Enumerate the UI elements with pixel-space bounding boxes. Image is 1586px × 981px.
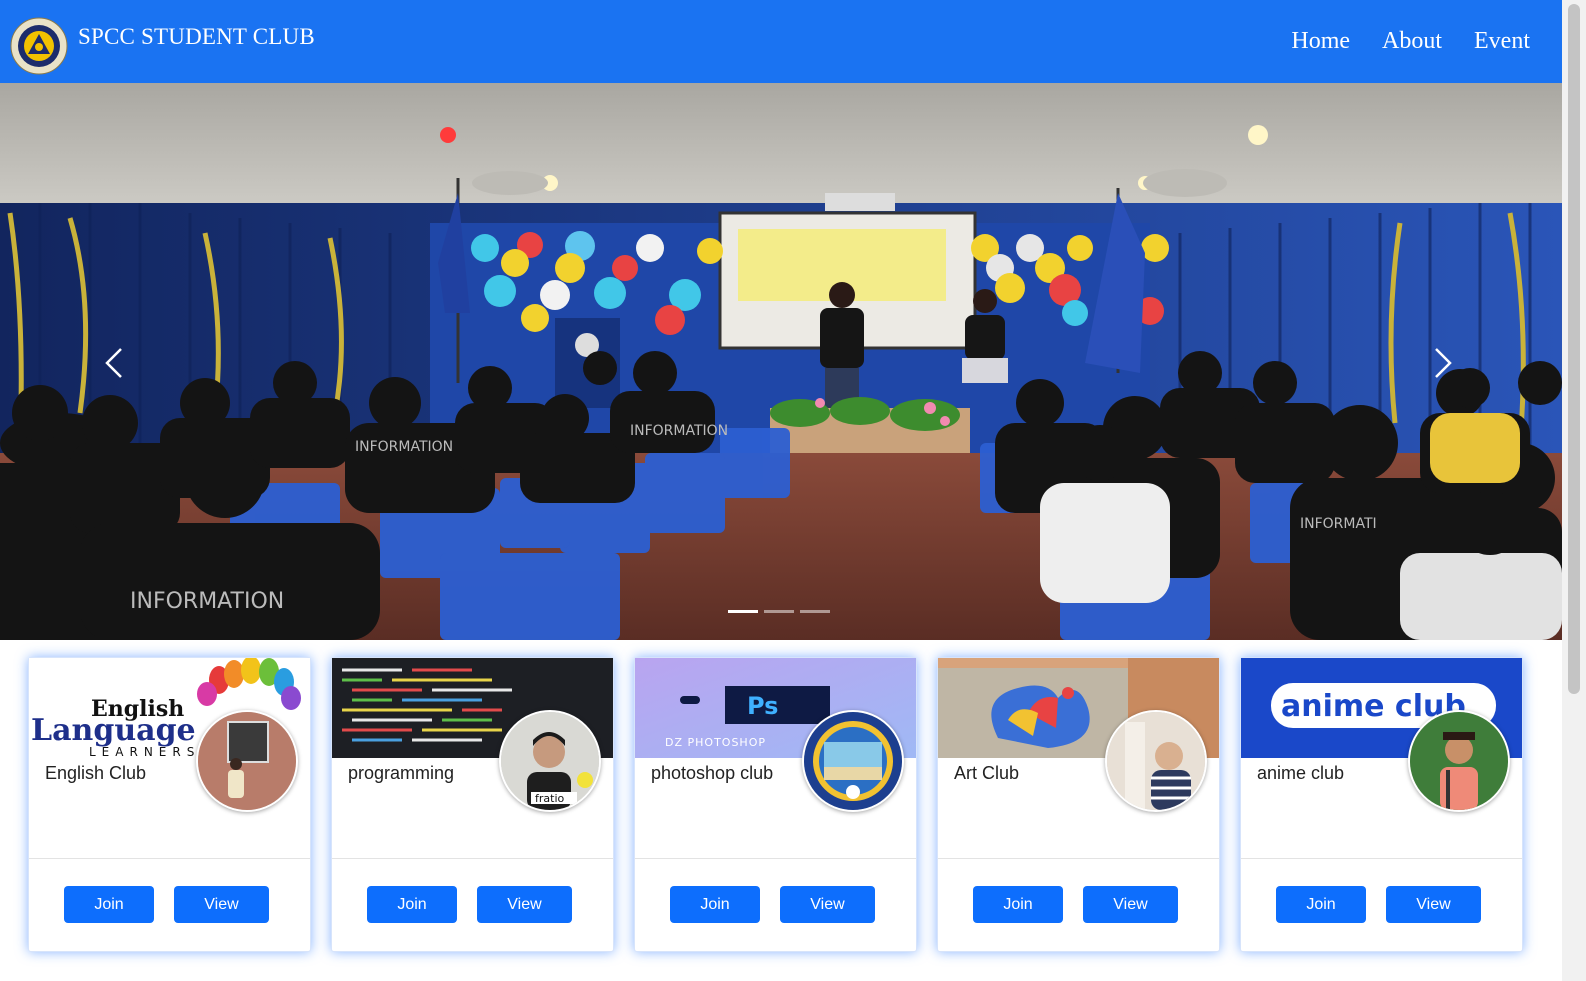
chevron-right-icon[interactable] <box>1422 333 1462 393</box>
view-club-button[interactable]: View Club <box>780 886 875 950</box>
hero-carousel: INFORMATION INFORMATION INFORMATION INFO… <box>0 83 1562 640</box>
club-name: English Club <box>45 763 147 783</box>
club-name: anime club <box>1257 763 1345 783</box>
join-club-button[interactable]: Join Club <box>1276 886 1366 950</box>
nav-event-link[interactable]: Event <box>1474 28 1530 55</box>
svg-text:INFORMATI: INFORMATI <box>1300 516 1377 532</box>
brand-title[interactable]: SPCC STUDENT CLUB <box>78 24 315 50</box>
club-card-anime: anime club anime club Join Club View Clu… <box>1240 657 1523 952</box>
svg-text:INFORMATION: INFORMATION <box>630 423 728 439</box>
ps-logo-text: Ps <box>747 692 778 720</box>
chevron-left-icon[interactable] <box>95 333 135 393</box>
avatar-tag-text: fratio <box>535 792 565 805</box>
card-divider <box>938 858 1219 859</box>
nav-about-link[interactable]: About <box>1382 28 1442 55</box>
carousel-indicator-3[interactable] <box>800 610 830 613</box>
card-divider <box>635 858 916 859</box>
carousel-indicator-2[interactable] <box>764 610 794 613</box>
learners-banner-word: LEARNERS <box>89 745 200 758</box>
card-divider <box>1241 858 1522 859</box>
club-card-programming: fratio programming Join Club View Club <box>331 657 614 952</box>
language-banner-word: Language <box>31 713 196 748</box>
club-name: Art Club <box>954 763 1020 783</box>
carousel-slide-photo: INFORMATION INFORMATION INFORMATION INFO… <box>0 83 1562 640</box>
nav-home-link[interactable]: Home <box>1291 28 1350 55</box>
club-card-list: English Language LEARNERS English Club J… <box>28 657 1523 952</box>
club-avatar-art[interactable] <box>1105 710 1207 812</box>
club-card-photoshop: Ps DZ PHOTOSHOP photoshop club Join Club… <box>634 657 917 952</box>
school-seal-icon[interactable] <box>10 17 68 75</box>
club-avatar-english[interactable] <box>196 710 298 812</box>
main-nav: Home About Event <box>1291 28 1530 55</box>
join-club-button[interactable]: Join Club <box>367 886 457 950</box>
club-name: photoshop club <box>651 763 774 783</box>
club-card-english: English Language LEARNERS English Club J… <box>28 657 311 952</box>
club-card-art: Art Club Join Club View Club <box>937 657 1220 952</box>
svg-text:INFORMATION: INFORMATION <box>130 589 284 614</box>
card-divider <box>29 858 310 859</box>
svg-text:INFORMATION: INFORMATION <box>355 439 453 455</box>
view-club-button[interactable]: View Club <box>1083 886 1178 950</box>
club-avatar-programming[interactable]: fratio <box>499 710 601 812</box>
view-club-button[interactable]: View Club <box>1386 886 1481 950</box>
club-name: programming <box>348 763 455 783</box>
join-club-button[interactable]: Join Club <box>670 886 760 950</box>
club-avatar-anime[interactable] <box>1408 710 1510 812</box>
join-club-button[interactable]: Join Club <box>973 886 1063 950</box>
card-divider <box>332 858 613 859</box>
view-club-button[interactable]: View Club <box>174 886 269 950</box>
view-club-button[interactable]: View Club <box>477 886 572 950</box>
carousel-indicators <box>728 610 830 613</box>
top-navbar: SPCC STUDENT CLUB Home About Event <box>0 0 1562 83</box>
join-club-button[interactable]: Join Club <box>64 886 154 950</box>
scrollbar-thumb[interactable] <box>1568 4 1580 694</box>
banner-text: DZ PHOTOSHOP <box>665 736 766 749</box>
carousel-indicator-1[interactable] <box>728 610 758 613</box>
club-avatar-photoshop[interactable] <box>802 710 904 812</box>
page-scrollbar[interactable] <box>1562 0 1586 981</box>
